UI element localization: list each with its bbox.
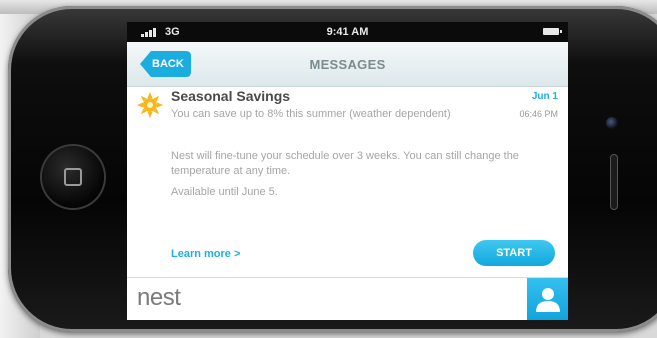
message-summary: You can save up to 8% this summer (weath… <box>171 108 451 120</box>
learn-more-link[interactable]: Learn more > <box>171 248 240 260</box>
message-time: 06:46 PM <box>519 109 558 119</box>
status-time: 9:41 AM <box>326 26 369 38</box>
speaker-grille <box>610 154 618 210</box>
message-availability: Available until June 5. <box>171 186 278 198</box>
status-bar: 3G 9:41 AM <box>127 22 568 42</box>
battery-icon <box>543 28 562 35</box>
nav-bar: BACK MESSAGES <box>127 42 568 87</box>
page-title: MESSAGES <box>309 57 386 72</box>
nest-logo: nest <box>137 284 181 311</box>
home-button[interactable] <box>42 146 104 208</box>
sun-icon <box>137 92 163 118</box>
person-icon <box>536 288 560 312</box>
profile-button[interactable] <box>527 278 568 320</box>
home-square-icon <box>64 168 82 186</box>
message-detail: Nest will fine-tune your schedule over 3… <box>171 150 519 177</box>
phone-screen: 3G 9:41 AM BACK MESSAGES Seasonal Saving… <box>127 22 568 320</box>
camera-icon <box>606 117 618 129</box>
message-date: Jun 1 <box>531 91 558 102</box>
footer-bar: nest <box>127 277 568 320</box>
start-button[interactable]: START <box>473 240 555 266</box>
message-title: Seasonal Savings <box>171 88 291 104</box>
